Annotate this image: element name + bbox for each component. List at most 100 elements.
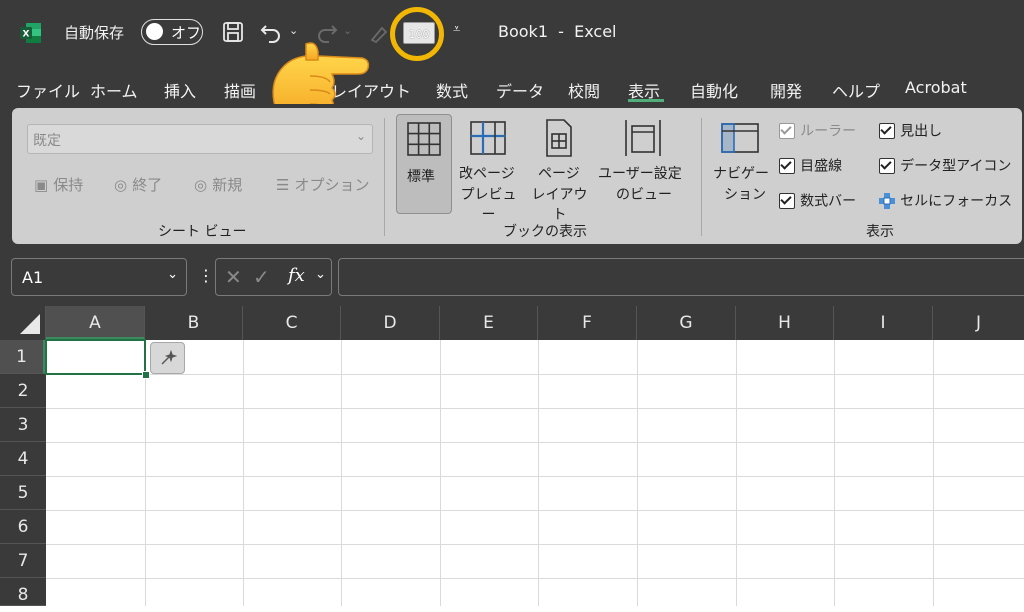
sheet-view-keep-button: ▣ 保持 [34, 174, 83, 195]
chevron-down-icon[interactable]: ⌄ [315, 267, 326, 282]
save-icon: ▣ [34, 176, 49, 194]
custom-views-label-1: ユーザー設定 [598, 166, 682, 182]
eye-exit-icon: ◎ [114, 176, 128, 194]
sheet-view-options-label: オプション [294, 176, 370, 194]
row-header-5[interactable]: 5 [0, 476, 46, 510]
checkbox-checked-icon [879, 157, 895, 174]
data-type-icons-checkbox[interactable]: データ型アイコン [879, 155, 1011, 176]
tab-file[interactable]: ファイル [16, 78, 80, 102]
row-header-4[interactable]: 4 [0, 442, 46, 476]
sheet-view-options-button: ☰ オプション [276, 174, 370, 195]
column-header-e[interactable]: E [440, 306, 538, 340]
grid-line [46, 578, 1024, 579]
tab-review[interactable]: 校閲 [568, 78, 600, 102]
headings-checkbox[interactable]: 見出し [879, 120, 942, 141]
custom-views-button[interactable]: ユーザー設定 のビュー [598, 114, 688, 214]
normal-view-label: 標準 [407, 169, 435, 185]
row-header-7[interactable]: 7 [0, 544, 46, 578]
gridlines-label: 目盛線 [800, 158, 843, 175]
qat-customize-icon[interactable]: ⩡ [453, 22, 460, 37]
column-header-j[interactable]: J [933, 306, 1024, 340]
highlight-circle [390, 7, 444, 61]
grid-line [46, 476, 1024, 477]
custom-views-icon [625, 120, 661, 156]
grid-line [834, 340, 835, 606]
page-break-label-2: プレビュー [460, 187, 517, 223]
focus-cell-label: セルにフォーカス [900, 193, 1013, 210]
formula-input[interactable] [338, 258, 1024, 296]
normal-view-button[interactable]: 標準 [396, 114, 452, 214]
checkbox-checked-icon [879, 122, 895, 139]
tab-data[interactable]: データ [496, 78, 544, 102]
focus-cell-button[interactable]: セルにフォーカス [879, 190, 1012, 211]
navigation-label-1: ナビゲー [713, 166, 769, 182]
gridlines-checkbox[interactable]: 目盛線 [779, 155, 842, 176]
column-header-f[interactable]: F [538, 306, 637, 340]
quick-analysis-button[interactable] [150, 342, 185, 374]
row-header-6[interactable]: 6 [0, 510, 46, 544]
row-header-1[interactable]: 1 [0, 340, 46, 374]
insert-function-button[interactable]: fx [288, 265, 305, 286]
row-header-2[interactable]: 2 [0, 374, 46, 408]
formula-bar-label: 数式バー [800, 193, 857, 210]
formula-bar-checkbox[interactable]: 数式バー [779, 190, 856, 211]
tab-insert[interactable]: 挿入 [164, 78, 196, 102]
grid-line [46, 408, 1024, 409]
book-view-group-label: ブックの表示 [503, 224, 587, 240]
sheet-view-keep-label: 保持 [53, 176, 84, 194]
grid-line [440, 340, 441, 606]
grid-line [46, 544, 1024, 545]
navigation-button[interactable]: ナビゲー ション [712, 114, 770, 214]
sheet-view-dropdown-value: 既定 [33, 133, 61, 149]
column-header-i[interactable]: I [834, 306, 933, 340]
fill-handle[interactable] [142, 371, 150, 379]
autosave-label: 自動保存 [64, 24, 125, 42]
grid-line [933, 340, 934, 606]
autosave-toggle-label: オフ [171, 24, 202, 42]
tab-acrobat[interactable]: Acrobat [905, 78, 967, 97]
grid-line [736, 340, 737, 606]
tab-developer[interactable]: 開発 [770, 78, 802, 102]
select-all-button[interactable] [0, 306, 46, 340]
column-header-b[interactable]: B [145, 306, 243, 340]
row-header-8[interactable]: 8 [0, 578, 46, 606]
name-box-value: A1 [22, 268, 44, 287]
autosave-toggle[interactable]: オフ [141, 19, 203, 45]
grid-line [145, 340, 146, 606]
sheet-view-group-label: シート ビュー [158, 224, 247, 240]
grid-line [341, 340, 342, 606]
grid-line [637, 340, 638, 606]
column-header-g[interactable]: G [637, 306, 736, 340]
column-header-a[interactable]: A [46, 306, 145, 340]
page-break-preview-button[interactable]: 改ページ プレビュー [456, 114, 520, 223]
custom-views-label-2: のビュー [616, 187, 672, 203]
excel-icon: X [20, 22, 42, 44]
tab-help[interactable]: ヘルプ [832, 78, 880, 102]
vertical-dots-icon[interactable]: ⋮ [198, 266, 214, 285]
tab-home[interactable]: ホーム [90, 78, 138, 102]
focus-cell-icon [879, 192, 895, 209]
tab-formulas[interactable]: 数式 [436, 78, 468, 102]
row-header-3[interactable]: 3 [0, 408, 46, 442]
chevron-down-icon: ⌄ [355, 129, 366, 143]
tab-draw[interactable]: 描画 [224, 78, 256, 102]
name-box[interactable]: A1 ⌄ [11, 258, 187, 296]
ruler-label: ルーラー [800, 123, 857, 140]
grid-line [46, 374, 1024, 375]
page-layout-label-2: レイアウト [531, 187, 588, 223]
column-header-d[interactable]: D [341, 306, 440, 340]
checkbox-checked-icon [779, 192, 795, 209]
svg-text:X: X [23, 30, 30, 40]
column-header-c[interactable]: C [243, 306, 341, 340]
grid-line [243, 340, 244, 606]
page-layout-view-button[interactable]: ページ レイアウト [526, 114, 592, 223]
save-icon[interactable] [221, 20, 245, 44]
page-layout-icon [546, 119, 572, 157]
tab-automate[interactable]: 自動化 [690, 78, 738, 102]
data-type-icons-label: データ型アイコン [900, 158, 1012, 175]
column-header-h[interactable]: H [736, 306, 834, 340]
chevron-down-icon[interactable]: ⌄ [167, 267, 178, 282]
list-icon: ☰ [276, 176, 290, 194]
active-cell-a1[interactable] [45, 339, 146, 375]
grid-icon [407, 122, 441, 156]
